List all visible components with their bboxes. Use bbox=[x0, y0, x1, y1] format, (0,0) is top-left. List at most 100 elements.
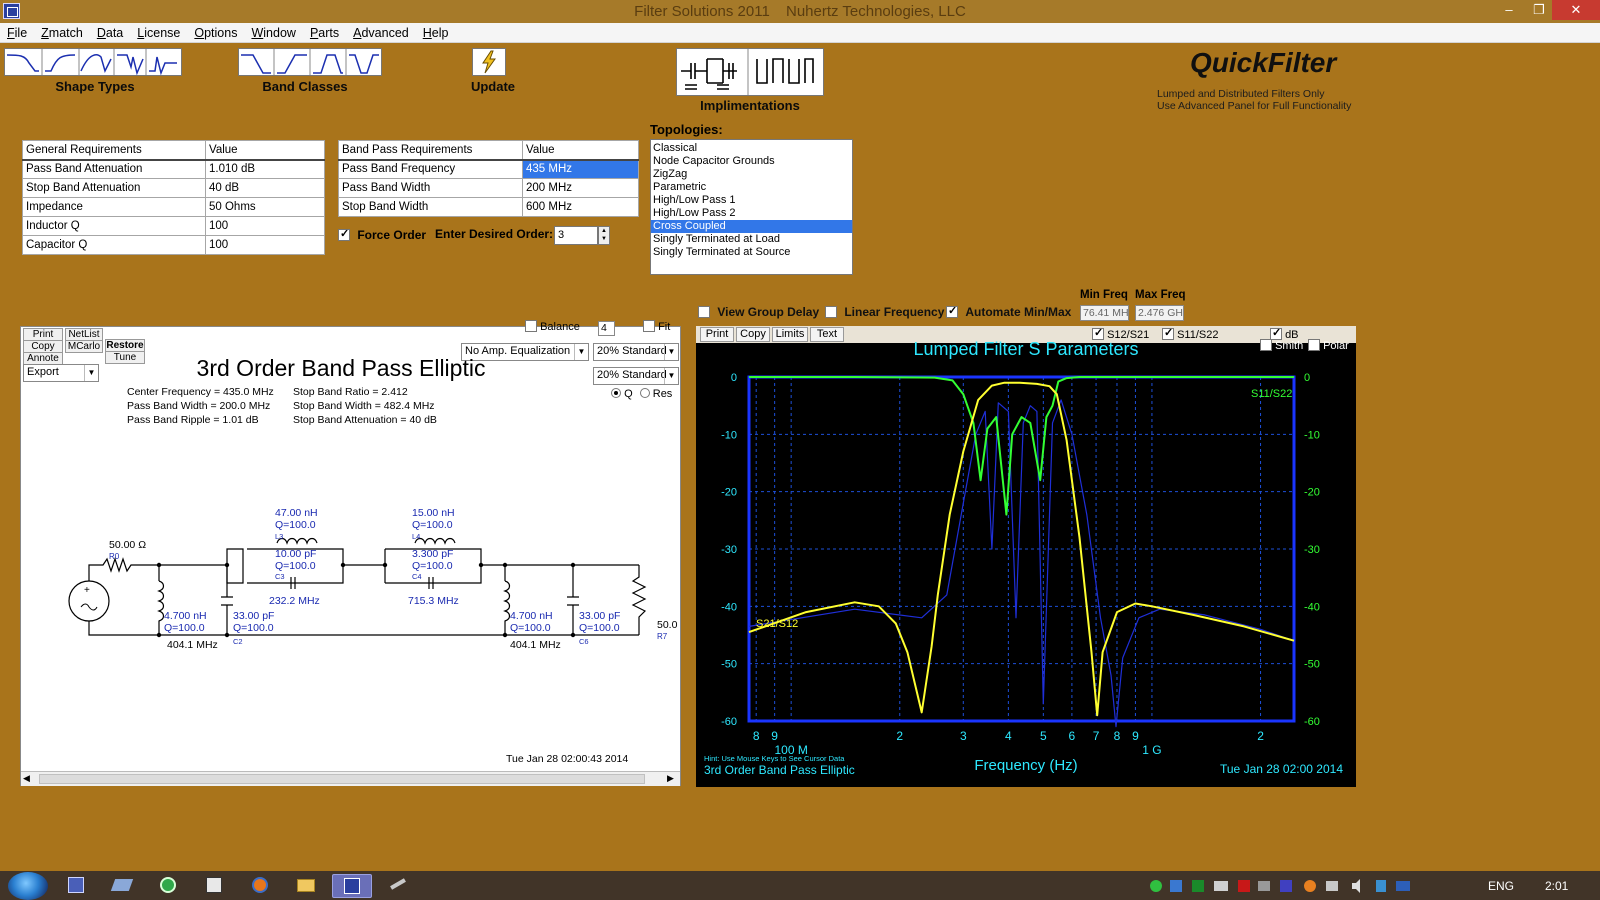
requirement-value[interactable]: 100 bbox=[205, 216, 325, 236]
scroll-thumb[interactable] bbox=[39, 774, 645, 784]
bandpass-requirements-table: Band Pass Requirements Value Pass Band F… bbox=[338, 140, 639, 217]
polar-control[interactable]: Polar bbox=[1308, 339, 1349, 352]
menu-item-0[interactable]: File bbox=[0, 23, 34, 41]
topology-item[interactable]: Singly Terminated at Load bbox=[651, 233, 852, 246]
scroll-right-icon[interactable]: ▶ bbox=[667, 773, 674, 784]
view-group-delay-control[interactable]: View Group Delay bbox=[698, 305, 819, 319]
language-indicator[interactable]: ENG bbox=[1488, 879, 1514, 893]
taskbar-app-icon[interactable] bbox=[194, 874, 234, 898]
taskbar-save-icon[interactable] bbox=[56, 874, 96, 898]
minimize-button[interactable]: – bbox=[1494, 0, 1524, 20]
restore-button[interactable]: ❐ bbox=[1524, 0, 1554, 20]
general-value-header: Value bbox=[205, 140, 325, 161]
topology-item[interactable]: Node Capacitor Grounds bbox=[651, 155, 852, 168]
force-order-control[interactable]: Force Order bbox=[338, 227, 427, 242]
requirement-name: Impedance bbox=[22, 197, 206, 217]
close-button[interactable]: ✕ bbox=[1552, 0, 1600, 20]
quickfilter-note-2: Use Advanced Panel for Full Functionalit… bbox=[1157, 100, 1352, 112]
schematic-scrollbar[interactable]: ◀ ▶ bbox=[21, 771, 680, 786]
x-tick-label: 8 bbox=[1114, 729, 1121, 743]
y-tick-label-left: -60 bbox=[721, 716, 737, 728]
force-order-label: Force Order bbox=[357, 228, 427, 242]
order-spinner[interactable]: ▲ ▼ bbox=[598, 226, 610, 245]
l4-label: 15.00 nH Q=100.0 bbox=[412, 507, 455, 531]
requirement-value[interactable]: 200 MHz bbox=[522, 178, 639, 198]
x-tick-label: 8 bbox=[753, 729, 760, 743]
taskbar-browser-icon[interactable] bbox=[148, 874, 188, 898]
min-freq-input[interactable]: 76.41 MH bbox=[1080, 305, 1129, 321]
menu-item-4[interactable]: Options bbox=[187, 23, 244, 41]
scroll-left-icon[interactable]: ◀ bbox=[23, 773, 30, 784]
update-button[interactable] bbox=[472, 48, 506, 76]
max-freq-input[interactable]: 2.476 GH bbox=[1135, 305, 1184, 321]
table-row[interactable]: Pass Band Width 200 MHz bbox=[338, 178, 639, 198]
table-row[interactable]: Pass Band Frequency 435 MHz bbox=[338, 159, 639, 179]
taskbar-firefox-icon[interactable] bbox=[240, 874, 280, 898]
menu-item-7[interactable]: Advanced bbox=[346, 23, 416, 41]
menu-item-1[interactable]: Zmatch bbox=[34, 23, 90, 41]
lightning-icon bbox=[482, 50, 496, 74]
requirement-value[interactable]: 40 dB bbox=[205, 178, 325, 198]
shape-types-toolbar[interactable] bbox=[4, 48, 182, 76]
requirement-value[interactable]: 50 Ohms bbox=[205, 197, 325, 217]
shape-types-label: Shape Types bbox=[55, 79, 135, 94]
requirement-value[interactable]: 600 MHz bbox=[522, 197, 639, 217]
table-row[interactable]: Stop Band Attenuation 40 dB bbox=[22, 178, 325, 198]
automate-minmax-checkbox[interactable] bbox=[946, 304, 958, 318]
system-tray[interactable] bbox=[1148, 878, 1448, 894]
menu-item-label: ile bbox=[14, 26, 28, 40]
requirement-value[interactable]: 1.010 dB bbox=[205, 159, 325, 179]
y-tick-label-right: -20 bbox=[1304, 487, 1320, 499]
menu-item-3[interactable]: License bbox=[130, 23, 187, 41]
topology-item[interactable]: High/Low Pass 1 bbox=[651, 194, 852, 207]
table-row[interactable]: Pass Band Attenuation 1.010 dB bbox=[22, 159, 325, 179]
requirement-value[interactable]: 100 bbox=[205, 235, 325, 255]
l3-ref: L3 bbox=[275, 532, 284, 541]
title-company: Nuhertz Technologies, LLC bbox=[785, 3, 966, 20]
polar-checkbox[interactable] bbox=[1308, 339, 1320, 351]
topology-item[interactable]: ZigZag bbox=[651, 168, 852, 181]
linear-frequency-checkbox[interactable] bbox=[825, 306, 837, 318]
taskbar-filter-solutions-icon[interactable] bbox=[332, 874, 372, 898]
view-group-delay-checkbox[interactable] bbox=[698, 306, 710, 318]
l3-label: 47.00 nH Q=100.0 bbox=[275, 507, 318, 531]
smith-control[interactable]: Smith bbox=[1260, 339, 1303, 352]
menu-item-6[interactable]: Parts bbox=[303, 23, 346, 41]
polar-label: Polar bbox=[1323, 340, 1349, 352]
bandpass-requirements-header: Band Pass Requirements bbox=[338, 140, 523, 161]
taskbar-plane-icon[interactable] bbox=[378, 874, 418, 898]
implementations-toolbar[interactable] bbox=[676, 48, 824, 96]
automate-minmax-control[interactable]: Automate Min/Max bbox=[946, 304, 1071, 319]
l3-value: 47.00 nH bbox=[275, 507, 318, 519]
topologies-list[interactable]: Classical Node Capacitor Grounds ZigZag Par… bbox=[650, 139, 853, 275]
topology-item[interactable]: High/Low Pass 2 bbox=[651, 207, 852, 220]
menu-item-8[interactable]: Help bbox=[416, 23, 456, 41]
topology-item[interactable]: Parametric bbox=[651, 181, 852, 194]
spin-up-icon[interactable]: ▲ bbox=[599, 227, 609, 235]
taskbar-folder-icon[interactable] bbox=[286, 874, 326, 898]
table-row[interactable]: Capacitor Q 100 bbox=[22, 235, 325, 255]
table-row[interactable]: Impedance 50 Ohms bbox=[22, 197, 325, 217]
spin-down-icon[interactable]: ▼ bbox=[599, 235, 609, 243]
smith-checkbox[interactable] bbox=[1260, 339, 1272, 351]
quickfilter-note-1: Lumped and Distributed Filters Only bbox=[1157, 88, 1325, 100]
requirement-value[interactable]: 435 MHz bbox=[522, 159, 639, 179]
menu-item-2[interactable]: Data bbox=[90, 23, 130, 41]
force-order-checkbox[interactable] bbox=[338, 227, 350, 241]
x-tick-label: 6 bbox=[1069, 729, 1076, 743]
requirement-name: Inductor Q bbox=[22, 216, 206, 236]
band-classes-label: Band Classes bbox=[262, 79, 348, 94]
table-row[interactable]: Inductor Q 100 bbox=[22, 216, 325, 236]
desired-order-input[interactable]: 3 bbox=[554, 226, 598, 245]
topology-item[interactable]: Singly Terminated at Source bbox=[651, 246, 852, 259]
linear-frequency-control[interactable]: Linear Frequency bbox=[825, 305, 944, 319]
topology-item[interactable]: Classical bbox=[651, 142, 852, 155]
start-button[interactable] bbox=[8, 872, 48, 900]
clock[interactable]: 2:01 bbox=[1545, 879, 1568, 893]
min-freq-label: Min Freq bbox=[1080, 289, 1128, 301]
band-classes-toolbar[interactable] bbox=[238, 48, 382, 76]
taskbar-tool-icon[interactable] bbox=[102, 874, 142, 898]
table-row[interactable]: Stop Band Width 600 MHz bbox=[338, 197, 639, 217]
menu-item-5[interactable]: Window bbox=[244, 23, 302, 41]
topology-item[interactable]: Cross Coupled bbox=[651, 220, 852, 233]
